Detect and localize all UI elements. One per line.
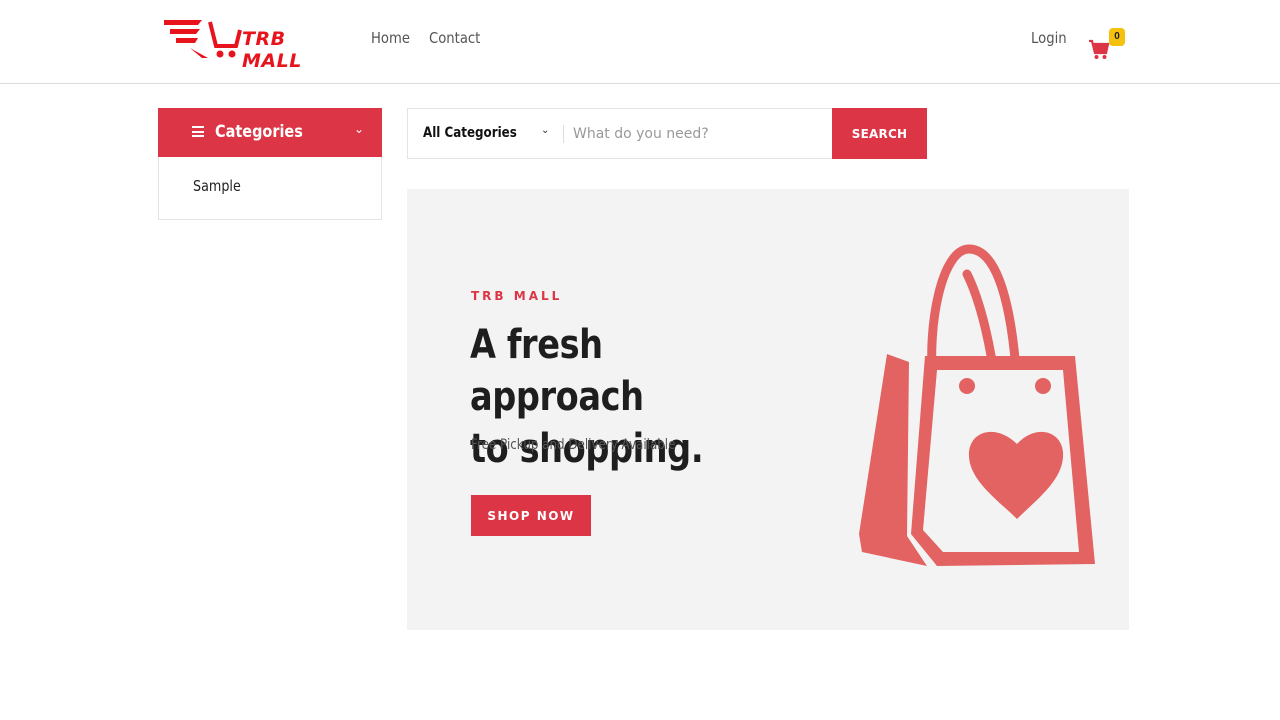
chevron-down-icon: ⌄ [354,122,365,136]
shopping-bag-heart-icon [859,244,1095,566]
search-category-select[interactable]: All Categories [423,125,517,141]
nav-contact[interactable]: Contact [429,29,480,47]
hero-subtitle: Free Pickup and Delivery Available [471,437,676,453]
categories-toggle[interactable]: Categories ⌄ [158,108,382,157]
brand-logo[interactable]: TRB MALL [162,16,352,72]
search-input[interactable] [573,117,823,151]
brand-name: TRB MALL [242,28,302,72]
login-link[interactable]: Login [1031,29,1067,47]
site-header: TRB MALL Home Contact Login 0 [0,0,1280,84]
nav-home[interactable]: Home [371,29,410,47]
hero-title-line-1: A fresh approach [470,322,644,420]
shopping-cart-icon[interactable] [1088,38,1110,62]
search-bar: All Categories ⌄ SEARCH [407,108,927,159]
main-nav: Home Contact [371,29,488,47]
hero-eyebrow: TRB MALL [471,289,563,303]
hero-banner: TRB MALL A fresh approach to shopping. F… [407,189,1129,630]
chevron-down-icon: ⌄ [541,125,550,136]
categories-title: Categories [215,122,303,142]
categories-panel: Categories ⌄ Sample [158,108,382,220]
cart-count-badge: 0 [1109,28,1125,46]
search-button[interactable]: SEARCH [832,108,927,159]
cart-logo-icon [164,20,242,58]
menu-icon [192,126,204,137]
search-divider [563,125,564,143]
category-item-sample[interactable]: Sample [193,177,241,195]
shop-now-button[interactable]: SHOP NOW [471,495,591,536]
